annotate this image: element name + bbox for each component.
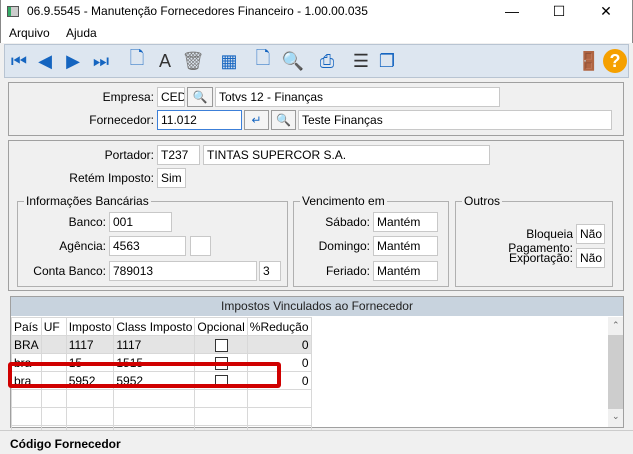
table-row-empty[interactable] [11,407,312,426]
agencia-input[interactable]: 4563 [109,236,186,256]
portador-name-field: TINTAS SUPERCOR S.A. [203,145,490,165]
agencia-label: Agência: [59,239,106,253]
search-icon: 🔍 [276,113,291,127]
banco-input[interactable]: 001 [109,212,172,232]
fornecedor-name-field: Teste Finanças [298,110,612,130]
domingo-input[interactable]: Mantém [373,236,438,256]
fornecedor-code-input[interactable]: 11.012 [157,110,242,130]
search-icon: 🔍 [192,90,208,104]
empresa-search-button[interactable]: 🔍 [187,87,213,107]
menu-ajuda[interactable]: Ajuda [66,26,97,40]
col-opcional[interactable]: Opcional [194,317,248,336]
row-highlight [8,362,281,388]
new-icon[interactable]: 🗋 [125,48,149,73]
window-title: 06.9.5545 - Manutenção Fornecedores Fina… [27,4,368,18]
conta-input[interactable]: 789013 [109,261,257,281]
feriado-label: Feriado: [325,264,370,278]
preview-icon[interactable]: 🔍 [281,49,305,73]
toolbar: ⏮ ◀ ▶ ⏭ 🗋 A 🗑 ▦ 🗋 🔍 ⎙ ☰ ❐ 🚪 ? [4,44,629,78]
cell-imposto: 1117 [65,335,115,354]
vencimento-title: Vencimento em [300,194,387,208]
first-icon[interactable]: ⏮ [7,49,31,73]
close-button[interactable]: ✕ [591,2,621,20]
fornecedor-label: Fornecedor: [89,113,154,127]
domingo-label: Domingo: [318,239,370,253]
feriado-input[interactable]: Mantém [373,261,438,281]
copy-icon[interactable]: ❐ [375,49,399,73]
col-pais[interactable]: País [11,317,42,336]
sabado-input[interactable]: Mantém [373,212,438,232]
edit-icon[interactable]: A [153,49,177,73]
fornecedor-search-button[interactable]: 🔍 [271,110,296,130]
cell-uf [40,335,67,354]
portador-label: Portador: [104,148,154,162]
help-icon[interactable]: ? [603,49,627,73]
delete-icon[interactable]: 🗑 [181,49,205,73]
grid-icon[interactable]: ▦ [217,49,241,73]
menu-bar: Arquivo Ajuda [0,23,633,43]
scroll-up-icon[interactable]: ⌃ [612,320,620,331]
opcional-checkbox[interactable] [214,338,228,352]
table-header: País UF Imposto Class Imposto Opcional %… [11,317,312,336]
maximize-button[interactable]: ☐ [544,2,574,20]
minimize-button[interactable]: — [497,2,527,20]
last-icon[interactable]: ⏭ [89,49,113,73]
next-icon[interactable]: ▶ [61,49,85,73]
cell-class: 1117 [113,335,196,354]
exportacao-input[interactable]: Não [576,248,605,268]
col-reducao[interactable]: %Redução [246,317,312,336]
empresa-code-input[interactable]: CED [157,87,185,107]
conta-label: Conta Banco: [33,264,106,278]
cell-pais: BRA [11,335,42,354]
agencia-dv-input[interactable] [190,236,211,256]
grid-title: Impostos Vinculados ao Fornecedor [11,297,623,316]
title-bar: 06.9.5545 - Manutenção Fornecedores Fina… [0,0,633,23]
conta-dv-input[interactable]: 3 [259,261,281,281]
retem-input[interactable]: Sim [157,168,186,188]
empresa-name-field: Totvs 12 - Finanças [215,87,500,107]
fornecedor-enter-button[interactable]: ↵ [244,110,269,130]
vertical-scrollbar[interactable]: ⌃ ⌄ [608,317,623,427]
scroll-down-icon[interactable]: ⌄ [612,411,620,422]
cell-opcional [194,335,248,354]
exit-icon[interactable]: 🚪 [577,49,601,73]
previous-icon[interactable]: ◀ [33,49,57,73]
status-bar: Código Fornecedor [0,430,633,454]
print-icon[interactable]: ⎙ [315,49,339,73]
app-icon [7,6,19,17]
cell-reducao: 0 [246,335,312,354]
blank-page-icon[interactable]: 🗋 [251,48,275,73]
bloqueia-input[interactable]: Não [576,224,605,244]
bancarias-title: Informações Bancárias [24,194,151,208]
filter-icon[interactable]: ☰ [349,49,373,73]
table-row-empty[interactable] [11,389,312,408]
scroll-thumb[interactable] [608,335,623,409]
empresa-label: Empresa: [102,90,154,104]
menu-arquivo[interactable]: Arquivo [9,26,50,40]
col-imposto[interactable]: Imposto [65,317,115,336]
outros-title: Outros [462,194,503,208]
col-class-imposto[interactable]: Class Imposto [113,317,196,336]
retem-label: Retém Imposto: [69,171,154,185]
enter-icon: ↵ [251,113,262,127]
table-row[interactable]: BRA 1117 1117 0 [11,335,312,354]
sabado-label: Sábado: [325,215,370,229]
col-uf[interactable]: UF [40,317,67,336]
exportacao-label: Exportação: [508,251,573,265]
banco-label: Banco: [68,215,106,229]
portador-code-input[interactable]: T237 [157,145,200,165]
